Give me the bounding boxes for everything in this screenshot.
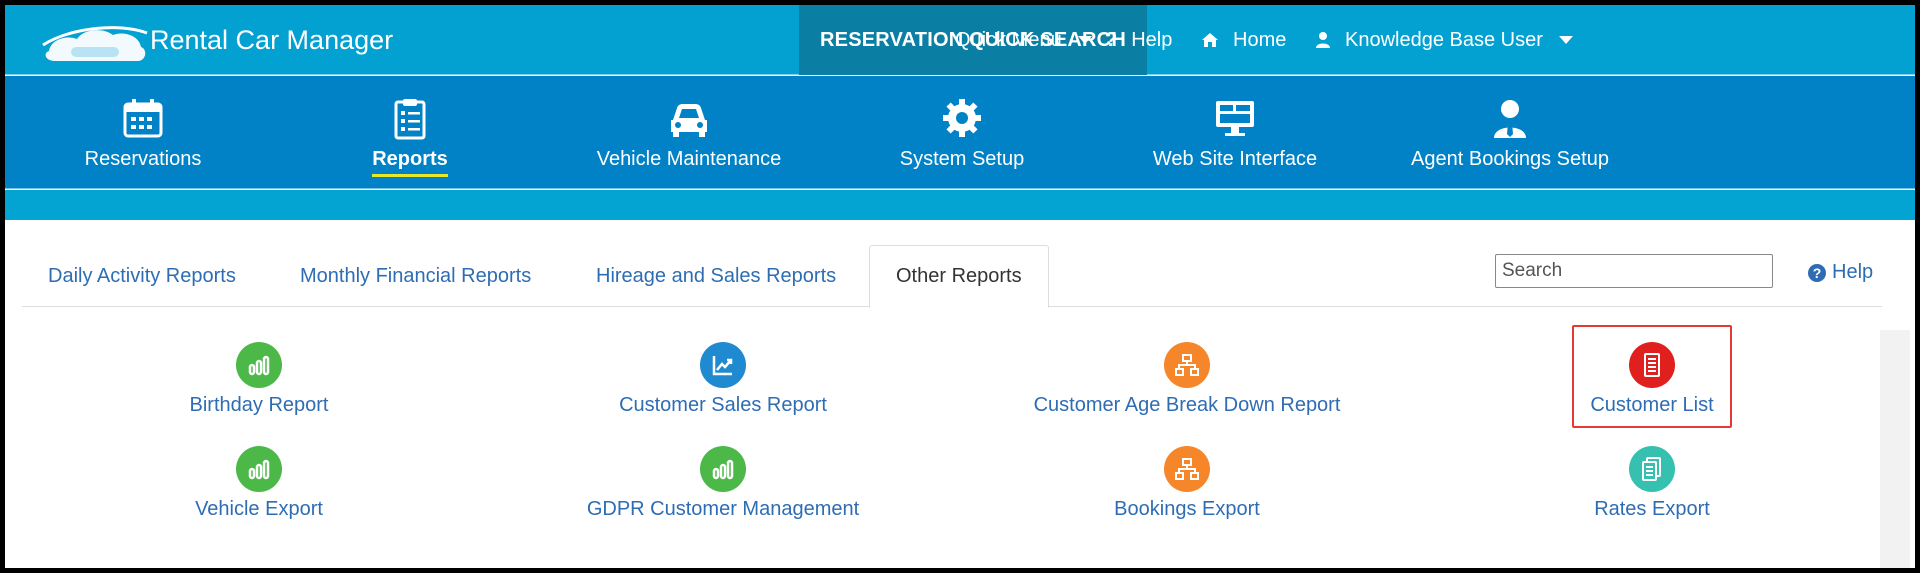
car-cloud-logo-icon	[42, 26, 148, 61]
nav-item-system-setup[interactable]: System Setup	[882, 76, 1042, 189]
help-menu-link[interactable]: ? Help	[1105, 5, 1172, 75]
nav-label-reports: Reports	[372, 148, 448, 177]
nav-sub-strip	[5, 190, 1915, 220]
bar-chart-icon	[236, 446, 282, 492]
nav-item-web-site-interface[interactable]: Web Site Interface	[1135, 76, 1335, 189]
report-label: Customer Age Break Down Report	[1033, 394, 1341, 416]
tab-monthly-financial-reports[interactable]: Monthly Financial Reports	[274, 245, 557, 307]
home-label: Home	[1233, 28, 1287, 51]
nav-item-agent-bookings-setup[interactable]: Agent Bookings Setup	[1400, 76, 1620, 189]
report-label: Vehicle Export	[195, 498, 323, 520]
chevron-down-icon	[1558, 36, 1573, 44]
report-label: GDPR Customer Management	[586, 498, 860, 520]
line-chart-icon	[700, 342, 746, 388]
quick-menu-label: Quick Menu	[955, 28, 1062, 51]
clipboard-checklist-icon	[394, 99, 426, 140]
help-label: Help	[1131, 28, 1173, 51]
nav-item-vehicle-maintenance[interactable]: Vehicle Maintenance	[579, 76, 799, 189]
chevron-down-icon	[1077, 36, 1092, 44]
nav-label-reservations: Reservations	[84, 148, 202, 170]
customer-list-highlight	[1572, 325, 1732, 428]
nav-label-web-site-interface: Web Site Interface	[1152, 148, 1318, 170]
tab-daily-activity-reports[interactable]: Daily Activity Reports	[22, 245, 262, 307]
report-vehicle-export[interactable]: Vehicle Export	[49, 446, 469, 521]
app-title: Rental Car Manager	[150, 25, 394, 55]
help-link-label: Help	[1832, 261, 1874, 283]
app-window: Rental Car Manager RESERVATION QUICK SEA…	[5, 5, 1915, 568]
nav-label-agent-bookings-setup: Agent Bookings Setup	[1411, 148, 1609, 170]
report-label: Bookings Export	[1114, 498, 1260, 520]
gear-icon	[943, 99, 981, 137]
org-chart-icon	[1164, 446, 1210, 492]
report-label: Rates Export	[1594, 498, 1710, 520]
user-name: Knowledge Base User	[1345, 28, 1543, 51]
org-chart-icon	[1164, 342, 1210, 388]
report-customer-age-break-down[interactable]: Customer Age Break Down Report	[977, 342, 1397, 417]
bar-chart-icon	[700, 446, 746, 492]
nav-label-system-setup: System Setup	[899, 148, 1025, 170]
report-gdpr-customer-management[interactable]: GDPR Customer Management	[513, 446, 933, 521]
question-mark-icon: ?	[1105, 28, 1118, 51]
home-link[interactable]: Home	[1201, 5, 1286, 75]
search-input[interactable]	[1495, 254, 1773, 288]
monitor-icon	[1216, 101, 1254, 136]
agent-icon	[1494, 100, 1526, 138]
scrollbar[interactable]	[1880, 330, 1910, 568]
report-rates-export[interactable]: Rates Export	[1442, 446, 1862, 521]
report-label: Customer Sales Report	[619, 394, 827, 416]
home-icon	[1202, 33, 1218, 47]
help-link[interactable]: ? Help	[1808, 261, 1873, 284]
user-icon	[1316, 32, 1330, 48]
tab-other-reports[interactable]: Other Reports	[869, 245, 1049, 308]
bar-chart-icon	[236, 342, 282, 388]
report-birthday[interactable]: Birthday Report	[49, 342, 469, 417]
question-circle-icon: ?	[1808, 263, 1826, 282]
nav-item-reports[interactable]: Reports	[335, 76, 485, 189]
tab-hireage-and-sales-reports[interactable]: Hireage and Sales Reports	[570, 245, 862, 307]
calendar-icon	[123, 99, 163, 138]
nav-label-vehicle-maintenance: Vehicle Maintenance	[596, 148, 782, 170]
nav-item-reservations[interactable]: Reservations	[63, 76, 223, 189]
documents-icon	[1629, 446, 1675, 492]
top-bar: Rental Car Manager RESERVATION QUICK SEA…	[5, 5, 1915, 75]
report-customer-sales[interactable]: Customer Sales Report	[513, 342, 933, 417]
user-menu-dropdown[interactable]: Knowledge Base User	[1315, 5, 1573, 75]
report-bookings-export[interactable]: Bookings Export	[977, 446, 1397, 521]
car-icon	[671, 104, 707, 137]
report-label: Birthday Report	[189, 394, 329, 416]
main-navigation: Reservations Reports Vehicle Maintenance…	[5, 76, 1915, 189]
quick-menu-dropdown[interactable]: Quick Menu	[955, 5, 1092, 75]
